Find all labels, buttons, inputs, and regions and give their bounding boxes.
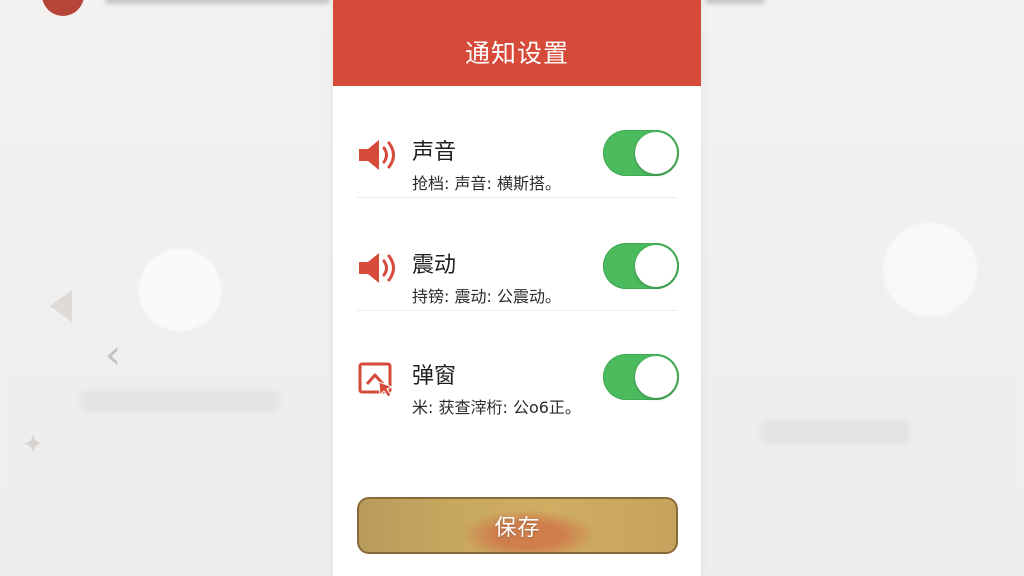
setting-description: 持镑: 震动: 公震动。	[412, 287, 561, 306]
sound-toggle[interactable]	[603, 130, 679, 176]
setting-title: 弹窗	[412, 364, 457, 389]
toggle-knob	[635, 356, 677, 398]
popup-toggle[interactable]	[603, 354, 679, 400]
page-title: 通知设置	[464, 39, 569, 68]
notification-settings-panel: 通知设置 声音 抢档: 声音: 横斯搭。 震动 持镑: 震动: 公震动。 弹窗 …	[333, 0, 701, 576]
popup-cursor-icon	[357, 360, 399, 398]
speaker-icon	[357, 136, 399, 174]
setting-row-popup: 弹窗 米: 获查滓桁: 公o6正。	[357, 310, 679, 422]
setting-description: 米: 获查滓桁: 公o6正。	[412, 398, 581, 417]
setting-row-vibration: 震动 持镑: 震动: 公震动。	[357, 199, 679, 311]
setting-description: 抢档: 声音: 横斯搭。	[412, 174, 561, 193]
save-button[interactable]: 保存	[357, 497, 678, 554]
speaker-icon	[357, 249, 399, 287]
background-sparkle-icon: ✦	[22, 430, 44, 460]
background-blur-bar	[760, 420, 910, 444]
background-triangle-icon	[50, 290, 72, 322]
background-text-blur	[705, 0, 765, 4]
toggle-knob	[635, 132, 677, 174]
vibration-toggle[interactable]	[603, 243, 679, 289]
header-bar: 通知设置	[333, 0, 701, 86]
background-text-blur	[105, 0, 330, 4]
toggle-knob	[635, 245, 677, 287]
setting-title: 震动	[412, 253, 457, 278]
background-back-icon: ‹	[105, 332, 121, 378]
save-button-label: 保存	[494, 515, 541, 541]
setting-title: 声音	[412, 140, 457, 165]
setting-row-sound: 声音 抢档: 声音: 横斯搭。	[357, 86, 679, 198]
background-blur-bar	[80, 390, 280, 412]
